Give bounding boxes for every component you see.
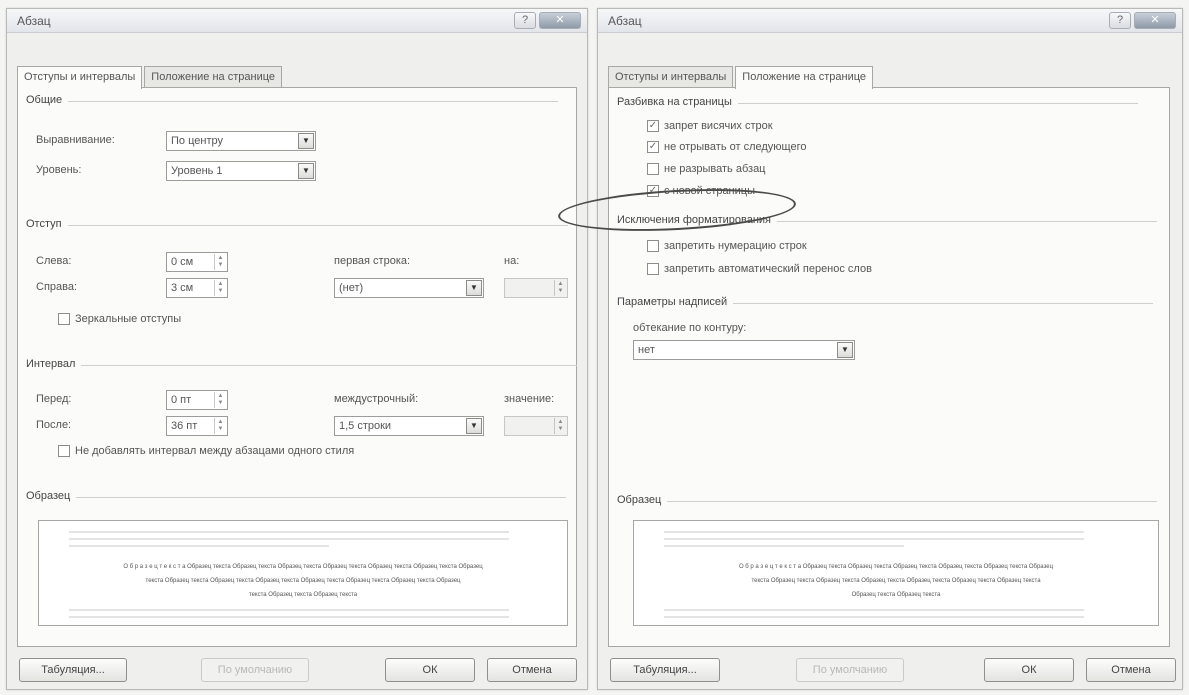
tab-line-page-breaks[interactable]: Положение на странице <box>735 66 874 89</box>
preview-box: О б р а з е ц т е к с т а Образец текста… <box>633 520 1159 626</box>
spinner-icon[interactable]: ▲ ▼ <box>214 392 226 408</box>
tab-indents-spacing[interactable]: Отступы и интервалы <box>608 66 734 88</box>
checkbox-box[interactable] <box>647 240 659 252</box>
preview-sample-line: О б р а з е ц т е к с т а Образец текста… <box>738 564 1054 570</box>
tight-wrap-select[interactable]: нет ▼ <box>633 340 855 360</box>
keep-lines-together-checkbox[interactable]: не разрывать абзац <box>647 163 766 175</box>
dialog-title: Абзац <box>17 14 51 28</box>
chevron-down-icon[interactable]: ▼ <box>466 280 482 296</box>
tab-indents-spacing[interactable]: Отступы и интервалы <box>17 66 143 89</box>
set-default-button[interactable]: По умолчанию <box>201 658 309 682</box>
checkbox-box[interactable] <box>58 313 70 325</box>
tab-panel: Разбивка на страницы ✓ запрет висячих ст… <box>608 87 1170 647</box>
title-bar: Абзац ? ✕ <box>7 9 587 33</box>
help-button[interactable]: ? <box>1109 12 1131 29</box>
tab-strip: Отступы и интервалы Положение на страниц… <box>608 66 875 89</box>
close-button[interactable]: ✕ <box>1134 12 1176 29</box>
preview-sample-line: текста Образец текста Образец текста <box>248 592 358 598</box>
spinner-icon[interactable]: ▲ ▼ <box>214 280 226 296</box>
first-line-select[interactable]: (нет) ▼ <box>334 278 484 298</box>
section-general: Общие <box>26 94 559 106</box>
spacing-after-label: После: <box>36 419 72 431</box>
close-button[interactable]: ✕ <box>539 12 581 29</box>
dialog-title: Абзац <box>608 14 642 28</box>
widow-control-checkbox[interactable]: ✓ запрет висячих строк <box>647 120 773 132</box>
tab-panel: Общие Выравнивание: По центру ▼ Уровень:… <box>17 87 578 647</box>
spacing-before-input[interactable]: 0 пт ▲ ▼ <box>166 390 228 410</box>
indent-right-label: Справа: <box>36 281 78 293</box>
mirror-indents-checkbox[interactable]: Зеркальные отступы <box>58 313 181 325</box>
preview-sample-line: Образец текста Образец текста <box>851 592 941 598</box>
tabs-button[interactable]: Табуляция... <box>610 658 720 682</box>
spinner-icon[interactable]: ▲ ▼ <box>214 418 226 434</box>
indent-left-input[interactable]: 0 см ▲ ▼ <box>166 252 228 272</box>
by-label: на: <box>504 255 520 267</box>
checkbox-box[interactable]: ✓ <box>647 185 659 197</box>
chevron-down-icon[interactable]: ▼ <box>837 342 853 358</box>
outline-level-label: Уровень: <box>36 164 82 176</box>
paragraph-dialog-page-position: Абзац ? ✕ Отступы и интервалы Положение … <box>597 8 1183 690</box>
checkbox-box[interactable]: ✓ <box>647 120 659 132</box>
section-preview: Образец <box>617 494 1158 506</box>
tabs-button[interactable]: Табуляция... <box>19 658 127 682</box>
section-indent: Отступ <box>26 218 568 230</box>
preview-box: О б р а з е ц т е к с т а Образец текста… <box>38 520 568 626</box>
checkbox-box[interactable] <box>58 445 70 457</box>
preview-sample-line: текста Образец текста Образец текста Обр… <box>145 578 461 584</box>
paragraph-dialog-indents: Абзац ? ✕ Отступы и интервалы Положение … <box>6 8 588 690</box>
first-line-label: первая строка: <box>334 255 411 267</box>
at-label: значение: <box>504 393 555 405</box>
line-spacing-label: междустрочный: <box>334 393 419 405</box>
tight-wrap-label: обтекание по контуру: <box>633 322 747 334</box>
spacing-before-label: Перед: <box>36 393 72 405</box>
chevron-down-icon[interactable]: ▼ <box>298 163 314 179</box>
preview-sample-line: текста Образец текста Образец текста Обр… <box>751 578 1041 584</box>
preview-sample-line: О б р а з е ц т е к с т а Образец текста… <box>123 564 483 570</box>
section-preview: Образец <box>26 490 567 502</box>
indent-left-label: Слева: <box>36 255 72 267</box>
checkbox-box[interactable] <box>647 163 659 175</box>
indent-right-input[interactable]: 3 см ▲ ▼ <box>166 278 228 298</box>
alignment-label: Выравнивание: <box>36 134 115 146</box>
page-break-before-checkbox[interactable]: ✓ с новой страницы <box>647 185 755 197</box>
ok-button[interactable]: ОК <box>984 658 1074 682</box>
checkbox-box[interactable]: ✓ <box>647 141 659 153</box>
ok-button[interactable]: ОК <box>385 658 475 682</box>
keep-with-next-checkbox[interactable]: ✓ не отрывать от следующего <box>647 141 806 153</box>
outline-level-select[interactable]: Уровень 1 ▼ <box>166 161 316 181</box>
dont-add-space-checkbox[interactable]: Не добавлять интервал между абзацами одн… <box>58 445 354 457</box>
spacing-after-input[interactable]: 36 пт ▲ ▼ <box>166 416 228 436</box>
section-formatting-exceptions: Исключения форматирования <box>617 214 1158 226</box>
spinner-icon[interactable]: ▲ ▼ <box>554 280 566 296</box>
section-spacing: Интервал <box>26 358 578 370</box>
dont-hyphenate-checkbox[interactable]: запретить автоматический перенос слов <box>647 263 872 275</box>
cancel-button[interactable]: Отмена <box>1086 658 1176 682</box>
section-pagination: Разбивка на страницы <box>617 96 1138 108</box>
tab-line-page-breaks[interactable]: Положение на странице <box>144 66 283 88</box>
chevron-down-icon[interactable]: ▼ <box>298 133 314 149</box>
checkbox-box[interactable] <box>647 263 659 275</box>
spinner-icon[interactable]: ▲ ▼ <box>554 418 566 434</box>
tab-strip: Отступы и интервалы Положение на страниц… <box>17 66 284 89</box>
section-textbox-options: Параметры надписей <box>617 296 1154 308</box>
line-spacing-at-input[interactable]: ▲ ▼ <box>504 416 568 436</box>
help-button[interactable]: ? <box>514 12 536 29</box>
spinner-icon[interactable]: ▲ ▼ <box>214 254 226 270</box>
suppress-line-numbers-checkbox[interactable]: запретить нумерацию строк <box>647 240 807 252</box>
alignment-select[interactable]: По центру ▼ <box>166 131 316 151</box>
title-bar: Абзац ? ✕ <box>598 9 1182 33</box>
first-line-by-input[interactable]: ▲ ▼ <box>504 278 568 298</box>
line-spacing-select[interactable]: 1,5 строки ▼ <box>334 416 484 436</box>
chevron-down-icon[interactable]: ▼ <box>466 418 482 434</box>
set-default-button[interactable]: По умолчанию <box>796 658 904 682</box>
cancel-button[interactable]: Отмена <box>487 658 577 682</box>
